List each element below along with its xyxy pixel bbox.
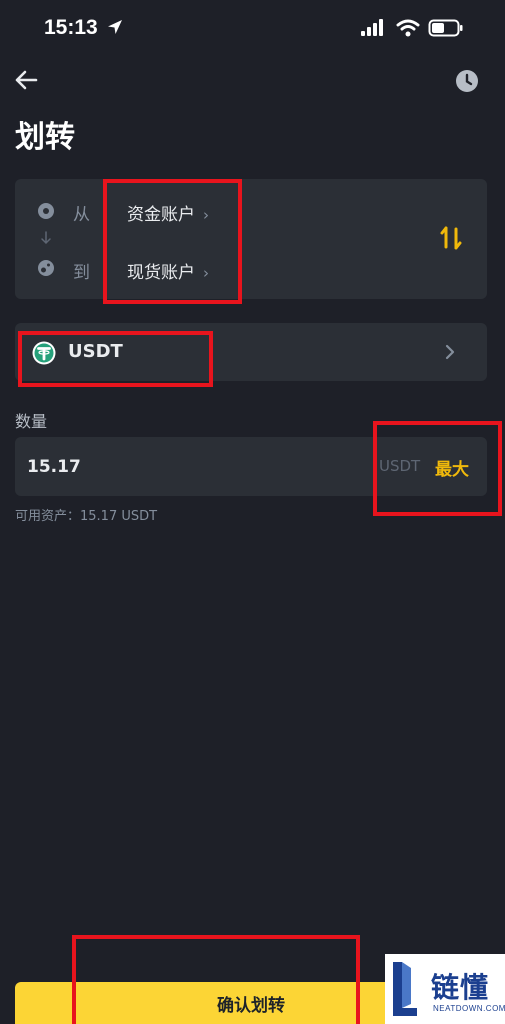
watermark-logo-icon xyxy=(393,962,417,1016)
back-arrow-icon[interactable] xyxy=(12,66,40,94)
amount-input[interactable] xyxy=(27,452,357,482)
to-account-icon xyxy=(38,260,54,276)
wifi-icon xyxy=(396,19,420,37)
status-time: 15:13 xyxy=(44,16,98,39)
from-label: 从 xyxy=(73,205,90,225)
chevron-right-icon xyxy=(445,344,455,360)
account-card: 从 资金账户 › 到 现货账户 › xyxy=(15,179,487,299)
amount-unit: USDT xyxy=(379,457,421,475)
status-bar: 15:13 xyxy=(0,0,505,60)
coin-selector[interactable]: USDT xyxy=(15,323,487,381)
amount-label: 数量 xyxy=(15,412,48,431)
amount-row: USDT 最大 xyxy=(15,437,487,496)
from-account-label: 资金账户 xyxy=(127,205,195,225)
chevron-right-icon: › xyxy=(203,206,209,224)
watermark-subtext: NEATDOWN.COM xyxy=(433,1004,505,1013)
watermark: 链懂 NEATDOWN.COM xyxy=(385,954,505,1024)
coin-name: USDT xyxy=(68,341,123,362)
to-label: 到 xyxy=(73,263,90,283)
to-account-selector[interactable]: 现货账户 › xyxy=(127,258,209,283)
from-dot-icon xyxy=(38,203,54,219)
watermark-text: 链懂 xyxy=(431,971,490,1004)
arrow-down-icon xyxy=(41,231,51,245)
location-arrow-icon xyxy=(108,20,122,34)
page-title: 划转 xyxy=(15,120,75,155)
signal-icon xyxy=(361,19,383,36)
battery-icon xyxy=(428,19,463,37)
tether-icon xyxy=(32,341,56,365)
from-account-selector[interactable]: 资金账户 › xyxy=(127,200,209,225)
to-account-label: 现货账户 xyxy=(127,263,195,283)
available-balance: 可用资产：15.17 USDT xyxy=(15,509,158,524)
swap-vertical-icon[interactable] xyxy=(439,225,463,251)
max-button[interactable]: 最大 xyxy=(435,455,469,480)
clock-icon[interactable] xyxy=(454,68,480,94)
chevron-right-icon: › xyxy=(203,264,209,282)
